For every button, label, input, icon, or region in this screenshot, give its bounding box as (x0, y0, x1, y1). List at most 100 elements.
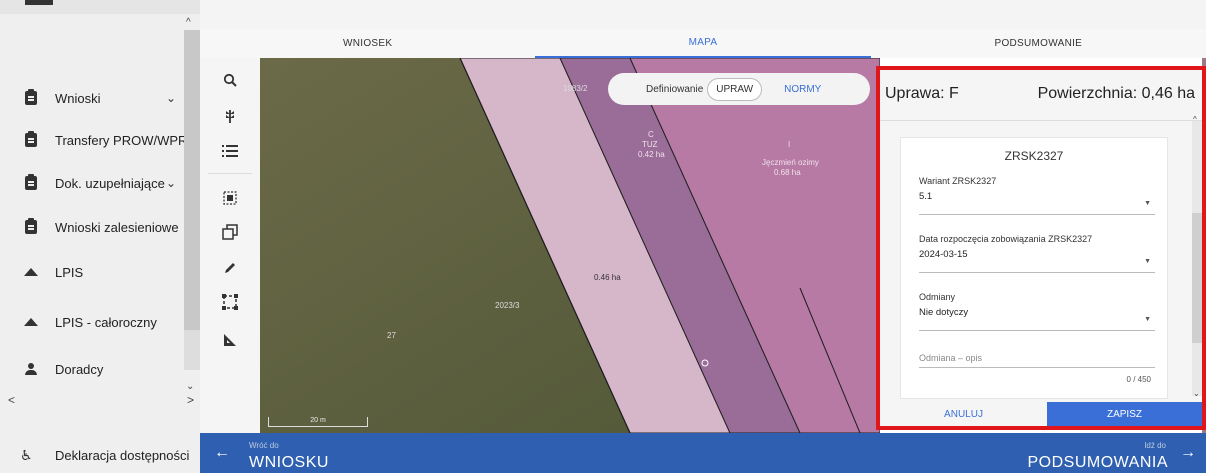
sidebar-item-wnioski-zalesieniowe[interactable]: Wnioski zalesieniowe (0, 207, 185, 247)
cancel-button[interactable]: ANULUJ (880, 402, 1047, 427)
map-label-parcel-c: C (648, 130, 654, 139)
field-value: 2024-03-15 (919, 249, 968, 260)
clipboard-icon (24, 89, 38, 105)
field-value: Nie dotyczy (919, 307, 969, 318)
sidebar-item-transfery[interactable]: Transfery PROW/WPR (0, 120, 188, 160)
sidebar-top (0, 0, 200, 14)
toggle-option-upraw[interactable]: UPRAW (707, 77, 763, 101)
map-scale-bar: 20 m (268, 417, 368, 427)
scroll-left-icon[interactable]: < (8, 393, 15, 407)
field-label: Wariant ZRSK2327 (919, 176, 997, 186)
chevron-down-icon: ⌄ (166, 176, 177, 190)
char-counter: 0 / 450 (1126, 375, 1151, 384)
odmiana-opis-textarea[interactable]: Odmiana – opis 0 / 450 (919, 353, 1155, 384)
toggle-option-normy[interactable]: NORMY (776, 79, 829, 100)
main-tabs: WNIOSEK MAPA PODSUMOWANIE (200, 29, 1206, 58)
sidebar-item-label: Wnioski (55, 90, 101, 106)
sidebar-item-doradcy[interactable]: Doradcy (0, 349, 185, 389)
copy-layers-icon[interactable] (220, 222, 240, 242)
sidebar-item-label: Doradcy (55, 361, 104, 377)
sidebar-item-lpis-caloroczny[interactable]: LPIS - całoroczny (0, 302, 185, 342)
definition-mode-toggle: Definiowanie UPRAW NORMY (608, 73, 870, 105)
save-button[interactable]: ZAPISZ (1047, 402, 1202, 427)
back-button[interactable]: WNIOSKU (249, 454, 329, 472)
tab-mapa[interactable]: MAPA (535, 29, 871, 58)
accessibility-label: Deklaracja dostępności (55, 447, 190, 463)
scroll-down-icon[interactable]: ⌄ (186, 381, 194, 392)
panel-divider (880, 120, 1202, 121)
clipboard-icon (24, 131, 38, 147)
scroll-down-icon[interactable]: ⌄ (1193, 389, 1200, 398)
dropdown-arrow-icon: ▼ (1144, 258, 1151, 265)
map-label-parcel-c-area: 0.42 ha (638, 150, 665, 159)
scroll-up-icon[interactable]: ^ (186, 17, 191, 28)
crop-plant-icon[interactable] (220, 106, 240, 126)
map-canvas[interactable]: C TUZ 0.42 ha I Jęczmień ozimy 0.68 ha 0… (260, 58, 880, 433)
back-caption: Wróć do (249, 441, 279, 450)
sidebar-item-label: Wnioski zalesieniowe (55, 219, 179, 235)
measure-angle-icon[interactable] (220, 330, 240, 350)
map-label-parcel-i-crop: Jęczmień ozimy (762, 158, 819, 167)
area-label: Powierzchnia: 0,46 ha (1037, 85, 1195, 102)
accessibility-link[interactable]: ♿ Deklaracja dostępności (0, 437, 200, 473)
panel-header: Uprawa: F Powierzchnia: 0,46 ha (885, 85, 1195, 103)
map-label-parcel-id-mid: 2023/3 (495, 301, 520, 310)
crop-label: Uprawa: F (885, 85, 959, 102)
dropdown-arrow-icon: ▼ (1144, 316, 1151, 323)
map-label-parcel-i: I (788, 140, 791, 149)
select-area-icon[interactable] (220, 188, 240, 208)
accessibility-icon: ♿ (20, 446, 33, 463)
sidebar-item-label: Dok. uzupełniające (55, 175, 165, 191)
next-button[interactable]: PODSUMOWANIA (1027, 454, 1168, 472)
toggle-label: Definiowanie (646, 83, 704, 95)
map-toolbar (200, 58, 260, 433)
map-label-parcel-c-crop: TUZ (642, 140, 658, 149)
header-strip (200, 0, 1206, 29)
map-label-parcel-i-area: 0.68 ha (774, 168, 801, 177)
panel-scrollbar-thumb[interactable] (1192, 213, 1202, 343)
clipboard-icon (24, 174, 38, 190)
sidebar-item-label: LPIS - całoroczny (55, 314, 157, 330)
zrsk-card: ZRSK2327 Wariant ZRSK2327 5.1 ▼ Data roz… (900, 137, 1168, 399)
sidebar-item-wnioski[interactable]: Wnioski ⌄ (0, 78, 185, 118)
sidebar-scrollbar-thumb[interactable] (184, 30, 200, 330)
scroll-right-icon[interactable]: > (187, 393, 194, 407)
scroll-up-icon[interactable]: ^ (1193, 115, 1197, 124)
person-icon (24, 362, 38, 376)
list-icon[interactable] (220, 141, 240, 161)
next-caption: Idź do (1144, 441, 1166, 450)
tab-podsumowanie[interactable]: PODSUMOWANIE (871, 29, 1206, 58)
tab-wniosek[interactable]: WNIOSEK (200, 29, 535, 58)
odmiany-select[interactable]: Odmiany Nie dotyczy ▼ (919, 292, 1155, 331)
start-date-select[interactable]: Data rozpoczęcia zobowiązania ZRSK2327 2… (919, 234, 1155, 273)
chevron-down-icon: ⌄ (166, 91, 177, 105)
navigation-bar: ← Wróć do WNIOSKU Idź do PODSUMOWANIA → (200, 433, 1206, 473)
wariant-select[interactable]: Wariant ZRSK2327 5.1 ▼ (919, 176, 1155, 215)
sidebar-item-lpis[interactable]: LPIS (0, 252, 185, 292)
arrow-right-icon[interactable]: → (1180, 444, 1196, 462)
terrain-icon (24, 315, 38, 329)
arrow-left-icon[interactable]: ← (214, 444, 230, 462)
search-icon[interactable] (220, 70, 240, 90)
edit-pencil-icon[interactable] (220, 258, 240, 278)
sidebar-horizontal-scrollbar[interactable]: < > (0, 392, 200, 407)
terrain-icon (24, 265, 38, 279)
sidebar-item-dok-uzupelniajace[interactable]: Dok. uzupełniające ⌄ (0, 163, 185, 203)
draw-rectangle-icon[interactable] (220, 292, 240, 312)
toolbar-divider (208, 173, 252, 174)
map-parcels (260, 58, 880, 433)
clipboard-icon (24, 218, 38, 234)
map-label-parcel-number: 27 (387, 331, 396, 340)
card-title: ZRSK2327 (1004, 149, 1064, 163)
field-label: Odmiany (919, 292, 956, 302)
map-label-parcel-id-top: 1083/2 (563, 84, 588, 93)
dropdown-arrow-icon: ▼ (1144, 200, 1151, 207)
sidebar-item-label: Transfery PROW/WPR (55, 132, 188, 148)
map-right-edge (1202, 58, 1206, 433)
textarea-placeholder: Odmiana – opis (919, 353, 983, 363)
logo (25, 0, 53, 5)
field-value: 5.1 (919, 191, 933, 202)
field-label: Data rozpoczęcia zobowiązania ZRSK2327 (919, 234, 1093, 244)
map-label-parcel-f-area: 0.46 ha (594, 273, 621, 282)
sidebar: Wnioski ⌄ Transfery PROW/WPR Dok. uzupeł… (0, 0, 200, 473)
